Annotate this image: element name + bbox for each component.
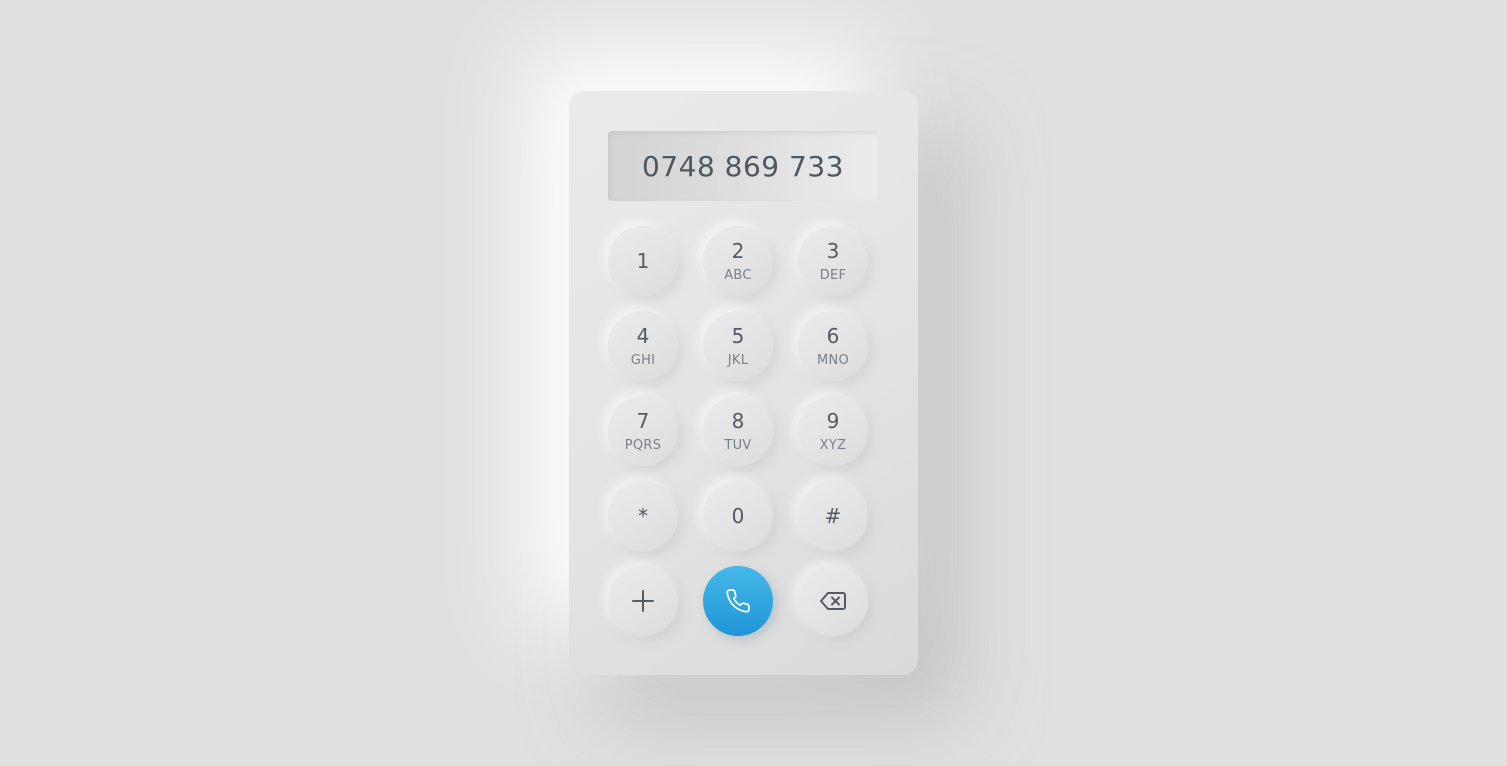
key-letters: DEF — [819, 267, 847, 283]
key-digit: 8 — [731, 408, 745, 433]
key-letters: MNO — [816, 352, 850, 368]
key-digit: 6 — [826, 323, 840, 348]
key-6[interactable]: 6 MNO — [798, 311, 868, 381]
number-display: 0748 869 733 — [608, 131, 878, 201]
key-digit: 3 — [826, 238, 840, 263]
add-contact-button[interactable] — [608, 566, 678, 636]
key-digit: # — [824, 504, 842, 528]
key-letters: GHI — [630, 352, 656, 368]
key-2[interactable]: 2 ABC — [703, 226, 773, 296]
key-digit: 7 — [636, 408, 650, 433]
key-digit: 5 — [731, 323, 745, 348]
dialer-panel: 0748 869 733 1 2 ABC 3 DEF 4 GHI 5 JKL 6… — [569, 91, 918, 675]
dialed-number: 0748 869 733 — [642, 149, 844, 183]
page: 0748 869 733 1 2 ABC 3 DEF 4 GHI 5 JKL 6… — [0, 0, 1507, 766]
key-letters: JKL — [727, 352, 749, 368]
key-7[interactable]: 7 PQRS — [608, 396, 678, 466]
key-letters: TUV — [724, 437, 752, 453]
phone-icon — [725, 588, 751, 614]
key-digit: 1 — [636, 249, 650, 273]
key-digit: 0 — [731, 504, 745, 528]
key-digit: * — [638, 504, 648, 528]
backspace-button[interactable] — [798, 566, 868, 636]
key-letters: XYZ — [819, 437, 847, 453]
key-0[interactable]: 0 — [703, 481, 773, 551]
key-digit: 4 — [636, 323, 650, 348]
key-hash[interactable]: # — [798, 481, 868, 551]
key-star[interactable]: * — [608, 481, 678, 551]
key-digit: 9 — [826, 408, 840, 433]
plus-icon — [631, 589, 655, 613]
key-3[interactable]: 3 DEF — [798, 226, 868, 296]
backspace-icon — [820, 591, 846, 611]
key-1[interactable]: 1 — [608, 226, 678, 296]
key-8[interactable]: 8 TUV — [703, 396, 773, 466]
key-9[interactable]: 9 XYZ — [798, 396, 868, 466]
key-digit: 2 — [731, 238, 745, 263]
key-letters: ABC — [724, 267, 752, 283]
key-4[interactable]: 4 GHI — [608, 311, 678, 381]
key-5[interactable]: 5 JKL — [703, 311, 773, 381]
call-button[interactable] — [703, 566, 773, 636]
key-letters: PQRS — [624, 437, 662, 453]
